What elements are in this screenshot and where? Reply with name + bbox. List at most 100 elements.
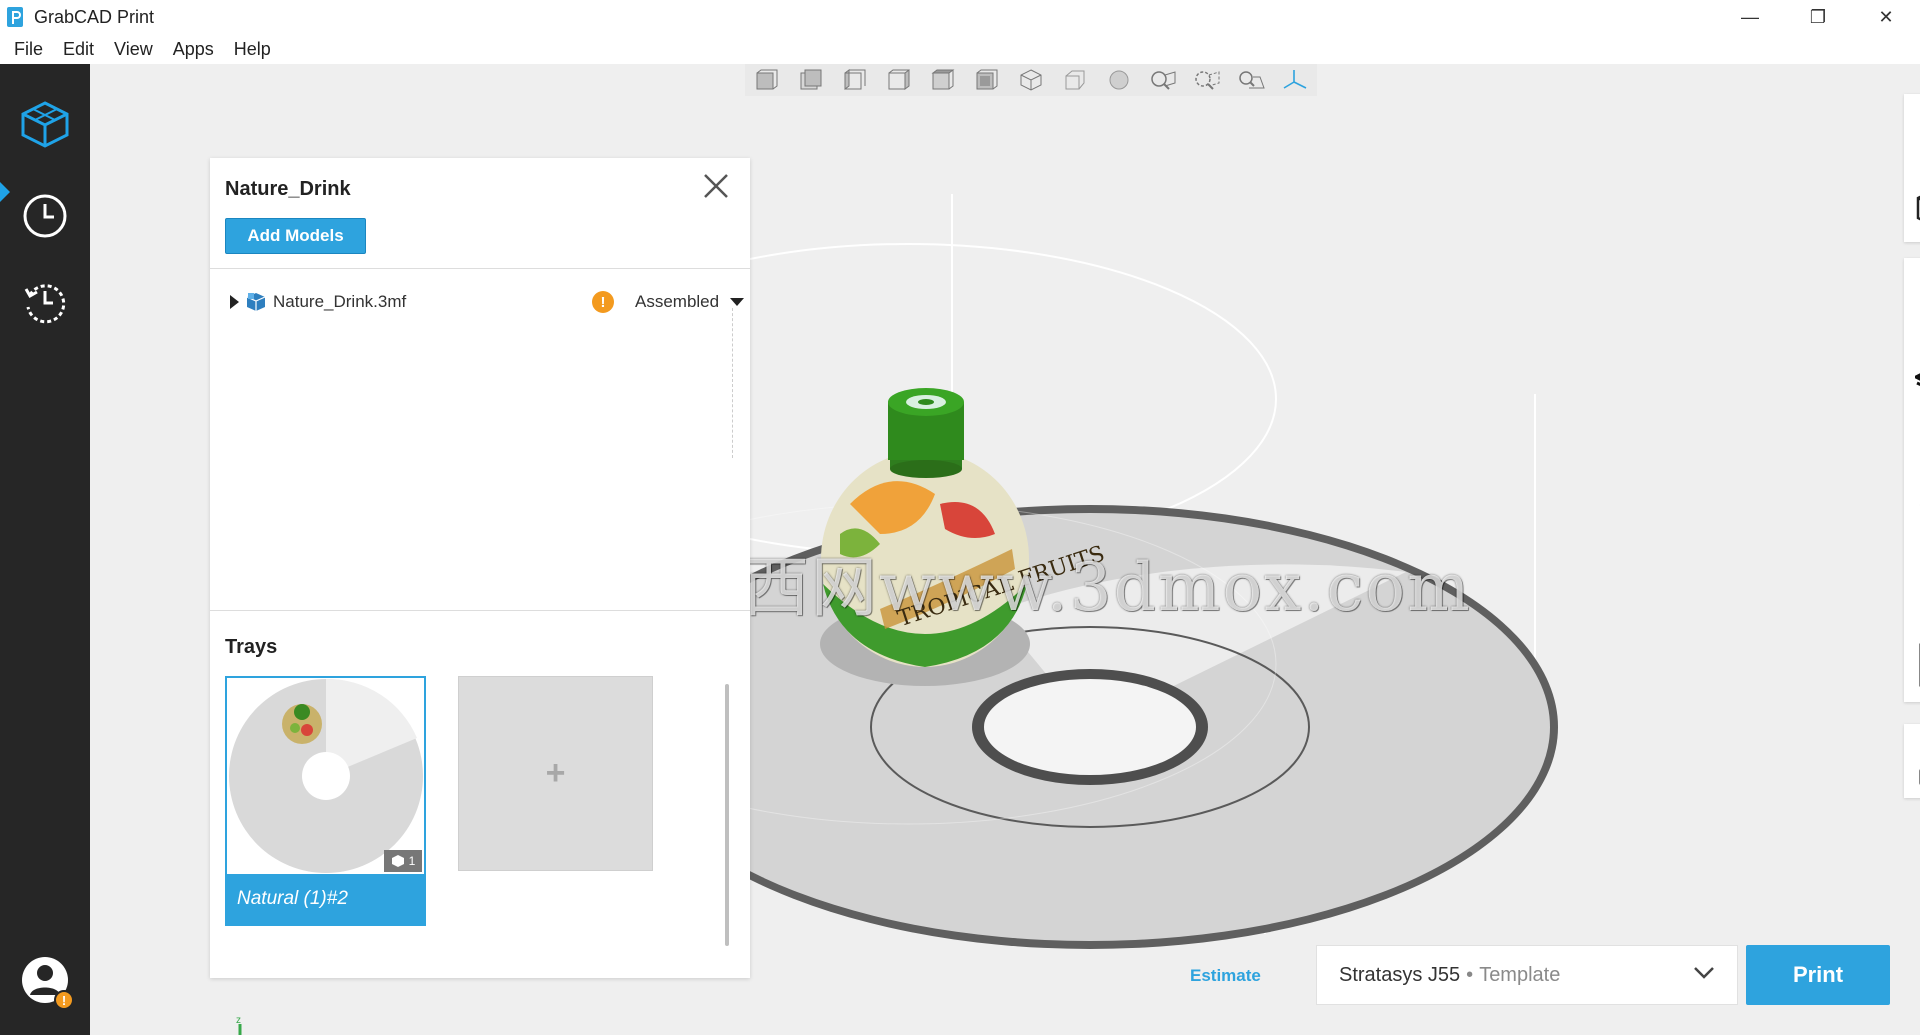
bottom-view-icon — [976, 69, 998, 90]
printer-template: Template — [1479, 963, 1561, 986]
check-placement-icon — [1916, 195, 1920, 221]
right-view-icon — [888, 69, 910, 90]
rotate-button[interactable] — [1904, 554, 1920, 628]
add-tray-button[interactable]: + — [458, 676, 653, 871]
model-panel: Nature_Drink Add Models Nature_Drink.3mf… — [210, 158, 750, 978]
bottle-cap-bottom — [890, 460, 962, 478]
rail-queue-button[interactable] — [15, 186, 75, 246]
zoom-area-button[interactable] — [1229, 64, 1273, 96]
left-view-icon — [844, 69, 866, 90]
watermark: 莫西网www.3dmox.com — [675, 549, 1472, 626]
model-settings-button[interactable] — [1904, 406, 1920, 480]
zoom-fit-button[interactable] — [1141, 64, 1185, 96]
printer-separator: • — [1466, 963, 1474, 986]
trays-scrollbar[interactable] — [725, 684, 729, 946]
print-settings-button[interactable] — [1904, 724, 1920, 798]
project-title: Nature_Drink — [225, 178, 351, 200]
tray-hole — [984, 679, 1196, 775]
zoom-selected-icon — [1195, 71, 1220, 90]
right-toolbar-view-group — [1904, 94, 1920, 242]
right-toolbar-print-group — [1904, 724, 1920, 798]
zoom-area-icon — [1239, 71, 1265, 89]
tray-card[interactable]: 1 Natural (1)#2 — [225, 676, 426, 926]
model-list-item[interactable]: Nature_Drink.3mf ! Assembled — [230, 288, 744, 316]
menu-help[interactable]: Help — [224, 39, 281, 60]
model-cube-icon — [21, 101, 69, 148]
close-icon — [704, 174, 728, 198]
front-view-button[interactable] — [745, 64, 789, 96]
active-marker — [0, 182, 10, 202]
grabcad-logo-icon — [7, 7, 23, 27]
cube-icon — [391, 855, 404, 867]
units-button[interactable]: mm — [1904, 258, 1920, 332]
close-window-button[interactable]: ✕ — [1852, 0, 1920, 34]
rail-models-button[interactable] — [15, 94, 75, 154]
tray-settings-icon — [1915, 373, 1920, 387]
panel-scroll-guide — [732, 308, 733, 458]
model-file-icon — [246, 293, 266, 311]
iso-view-icon — [1020, 69, 1042, 91]
top-view-button[interactable] — [921, 64, 965, 96]
restore-icon: ❐ — [1809, 6, 1827, 27]
tray-settings-button[interactable] — [1904, 332, 1920, 406]
add-models-button[interactable]: Add Models — [225, 218, 366, 254]
svg-text:z: z — [236, 1015, 241, 1026]
close-icon: ✕ — [1878, 6, 1894, 27]
axis-indicator: z x y — [236, 1015, 242, 1035]
trays-divider — [210, 610, 750, 611]
axis-button[interactable] — [1273, 64, 1317, 96]
menu-apps[interactable]: Apps — [163, 39, 224, 60]
printer-name: Stratasys J55 — [1339, 963, 1461, 986]
3d-viewport[interactable]: TROPICAL FRUITS 莫西网www.3dmox.com Nature_… — [90, 64, 1920, 1035]
right-view-button[interactable] — [877, 64, 921, 96]
left-view-button[interactable] — [833, 64, 877, 96]
panel-close-button[interactable] — [700, 170, 732, 202]
assembly-status[interactable]: Assembled — [635, 292, 719, 312]
title-bar: GrabCAD Print — ❐ ✕ — [0, 0, 1920, 34]
tray-label: Natural (1)#2 — [237, 888, 348, 909]
rail-history-button[interactable] — [15, 272, 75, 332]
scale-button[interactable] — [1904, 628, 1920, 702]
back-view-button[interactable] — [789, 64, 833, 96]
zoom-fit-icon — [1151, 71, 1176, 90]
menu-bar: File Edit View Apps Help — [0, 34, 1920, 64]
expand-arrow-icon[interactable] — [230, 295, 239, 309]
menu-view[interactable]: View — [104, 39, 163, 60]
model-view-button[interactable] — [1904, 94, 1920, 168]
minimize-icon: — — [1741, 6, 1759, 27]
top-view-icon — [931, 69, 955, 90]
zoom-selected-button[interactable] — [1185, 64, 1229, 96]
check-placement-button[interactable] — [1904, 168, 1920, 242]
trays-title: Trays — [225, 636, 278, 658]
app-title: GrabCAD Print — [34, 6, 155, 27]
estimate-link[interactable]: Estimate — [1190, 966, 1261, 986]
bottom-view-button[interactable] — [965, 64, 1009, 96]
tray-thumbnail-image — [229, 678, 423, 873]
view-toolbar — [745, 64, 1317, 96]
clock-icon — [23, 194, 67, 238]
chevron-down-icon — [1694, 967, 1714, 979]
minimize-button[interactable]: — — [1716, 0, 1784, 34]
history-icon — [24, 284, 66, 324]
tray-model-count: 1 — [384, 850, 422, 872]
menu-file[interactable]: File — [4, 39, 53, 60]
model-file-name: Nature_Drink.3mf — [273, 292, 407, 311]
arrange-button[interactable] — [1904, 480, 1920, 554]
front-view-icon — [756, 69, 778, 90]
printer-select[interactable]: Stratasys J55 • Template — [1316, 945, 1738, 1005]
perspective-button[interactable] — [1053, 64, 1097, 96]
menu-edit[interactable]: Edit — [53, 39, 104, 60]
shaded-button[interactable] — [1097, 64, 1141, 96]
print-button[interactable]: Print — [1746, 945, 1890, 1005]
tray-thumbnail: 1 — [227, 678, 424, 874]
left-rail: ! — [0, 64, 90, 1035]
iso-view-button[interactable] — [1009, 64, 1053, 96]
right-toolbar-settings-group: mm — [1904, 258, 1920, 702]
account-warning-badge: ! — [54, 990, 74, 1010]
window-controls: — ❐ ✕ — [1716, 0, 1920, 34]
model-warning-icon[interactable]: ! — [592, 291, 614, 313]
axis-icon — [1283, 70, 1307, 89]
restore-button[interactable]: ❐ — [1784, 0, 1852, 34]
perspective-icon — [1065, 70, 1085, 90]
chevron-down-icon[interactable] — [730, 298, 744, 306]
